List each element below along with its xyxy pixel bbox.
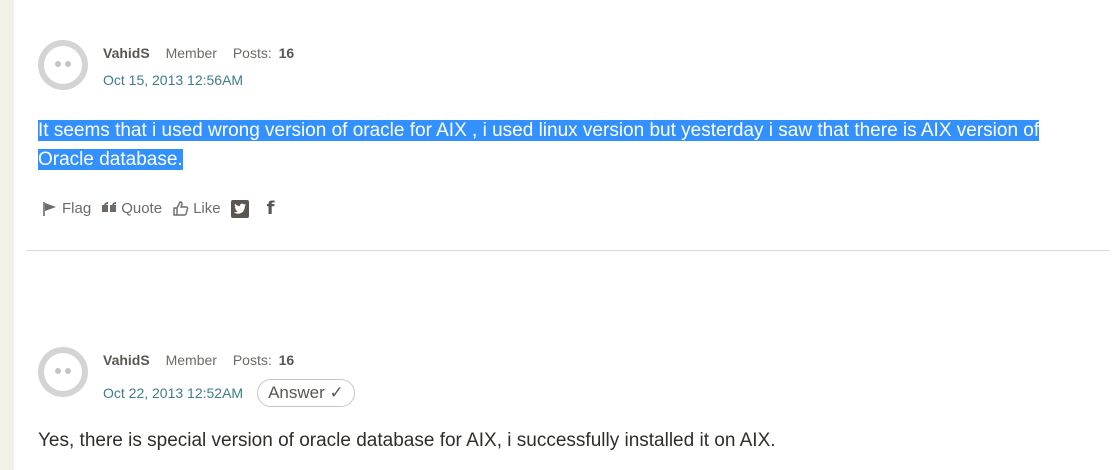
post-date-link[interactable]: Oct 15, 2013 12:56AM [103,72,243,88]
quote-icon [102,201,117,212]
post-body: Yes, there is special version of oracle … [38,430,776,451]
posts-count-label: Posts: [232,352,272,368]
date-row: Oct 22, 2013 12:52AM Answer ✓ [103,379,355,407]
post-date-link[interactable]: Oct 22, 2013 12:52AM [103,385,243,401]
like-icon [173,201,189,216]
author-role: Member [165,45,217,61]
post-meta: VahidS Member Posts: 16 [103,352,294,368]
post-actions: Flag Quote Like f [42,198,274,219]
selected-post-text: It seems that i used wrong version of or… [38,120,1040,170]
left-background-strip [0,0,14,470]
flag-icon [43,201,56,216]
posts-count: 16 [278,352,295,368]
like-label: Like [193,200,221,217]
posts-count: 16 [278,45,295,61]
flag-button[interactable]: Flag [42,200,91,217]
facebook-icon[interactable]: f [267,198,275,219]
answer-badge: Answer ✓ [257,379,355,407]
posts-count-label: Posts: [232,45,272,61]
post-meta: VahidS Member Posts: 16 [103,45,294,61]
like-button[interactable]: Like [172,200,221,217]
post-body: It seems that i used wrong version of or… [38,116,1083,174]
author-link[interactable]: VahidS [103,45,150,61]
flag-label: Flag [62,200,92,217]
post-divider [26,250,1110,251]
twitter-share-button[interactable] [230,199,249,218]
avatar-icon[interactable] [38,40,88,90]
date-row: Oct 15, 2013 12:56AM [103,72,243,88]
author-link[interactable]: VahidS [103,352,150,368]
quote-label: Quote [121,200,163,217]
twitter-icon [233,203,246,214]
author-role: Member [165,352,217,368]
quote-button[interactable]: Quote [101,200,162,217]
avatar-icon[interactable] [38,347,88,397]
